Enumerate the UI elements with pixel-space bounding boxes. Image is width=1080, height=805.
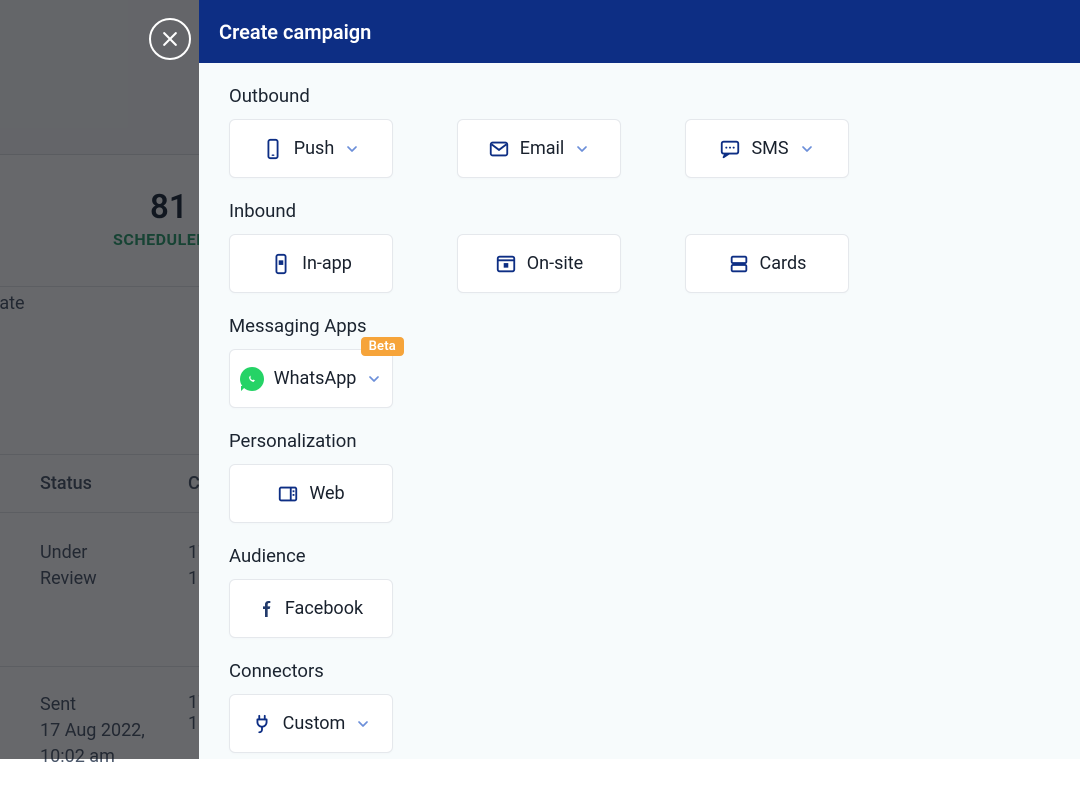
email-card[interactable]: Email: [457, 119, 621, 178]
cards-icon: [728, 253, 750, 275]
beta-badge: Beta: [361, 337, 404, 356]
panel-body: Outbound Push E: [199, 63, 1080, 805]
custom-card[interactable]: Custom: [229, 694, 393, 753]
sms-icon: [719, 138, 741, 160]
chevron-down-icon: [574, 141, 590, 157]
section-label: Messaging Apps: [229, 315, 1050, 337]
panel-header: Create campaign: [199, 0, 1080, 63]
section-row: In-app On-site Cards: [229, 234, 909, 293]
section-audience: Audience Facebook: [229, 545, 1050, 638]
web-icon: [277, 483, 299, 505]
create-campaign-panel: Create campaign Outbound Push: [199, 0, 1080, 759]
chevron-down-icon: [344, 141, 360, 157]
section-label: Connectors: [229, 660, 1050, 682]
section-row: Facebook: [229, 579, 909, 638]
close-button[interactable]: [149, 18, 191, 60]
section-outbound: Outbound Push E: [229, 85, 1050, 178]
section-connectors: Connectors Custom: [229, 660, 1050, 753]
section-inbound: Inbound In-app On-site: [229, 200, 1050, 293]
whatsapp-label: WhatsApp: [274, 368, 357, 389]
mail-icon: [488, 138, 510, 160]
section-personalization: Personalization Web: [229, 430, 1050, 523]
facebook-icon: [259, 597, 275, 621]
facebook-card[interactable]: Facebook: [229, 579, 393, 638]
onsite-card[interactable]: On-site: [457, 234, 621, 293]
push-label: Push: [294, 138, 334, 159]
section-row: Beta WhatsApp: [229, 349, 909, 408]
onsite-label: On-site: [527, 253, 583, 274]
chevron-down-icon: [355, 716, 371, 732]
chevron-down-icon: [366, 371, 382, 387]
cards-label: Cards: [760, 253, 807, 274]
section-row: Web: [229, 464, 909, 523]
inapp-icon: [270, 253, 292, 275]
section-label: Outbound: [229, 85, 1050, 107]
custom-label: Custom: [283, 713, 346, 734]
web-card[interactable]: Web: [229, 464, 393, 523]
section-label: Personalization: [229, 430, 1050, 452]
facebook-label: Facebook: [285, 598, 363, 619]
whatsapp-icon: [240, 367, 264, 391]
inapp-label: In-app: [302, 253, 352, 274]
section-row: Push Email: [229, 119, 909, 178]
sms-label: SMS: [751, 138, 788, 159]
push-card[interactable]: Push: [229, 119, 393, 178]
section-messaging: Messaging Apps Beta WhatsApp: [229, 315, 1050, 408]
section-label: Audience: [229, 545, 1050, 567]
phone-icon: [262, 138, 284, 160]
section-label: Inbound: [229, 200, 1050, 222]
close-icon: [160, 29, 180, 49]
sms-card[interactable]: SMS: [685, 119, 849, 178]
cards-card[interactable]: Cards: [685, 234, 849, 293]
whatsapp-card[interactable]: Beta WhatsApp: [229, 349, 393, 408]
chevron-down-icon: [799, 141, 815, 157]
panel-title: Create campaign: [219, 20, 371, 44]
onsite-icon: [495, 253, 517, 275]
email-label: Email: [520, 138, 565, 159]
web-label: Web: [309, 483, 344, 504]
inapp-card[interactable]: In-app: [229, 234, 393, 293]
plug-icon: [251, 713, 273, 735]
section-row: Custom: [229, 694, 909, 753]
